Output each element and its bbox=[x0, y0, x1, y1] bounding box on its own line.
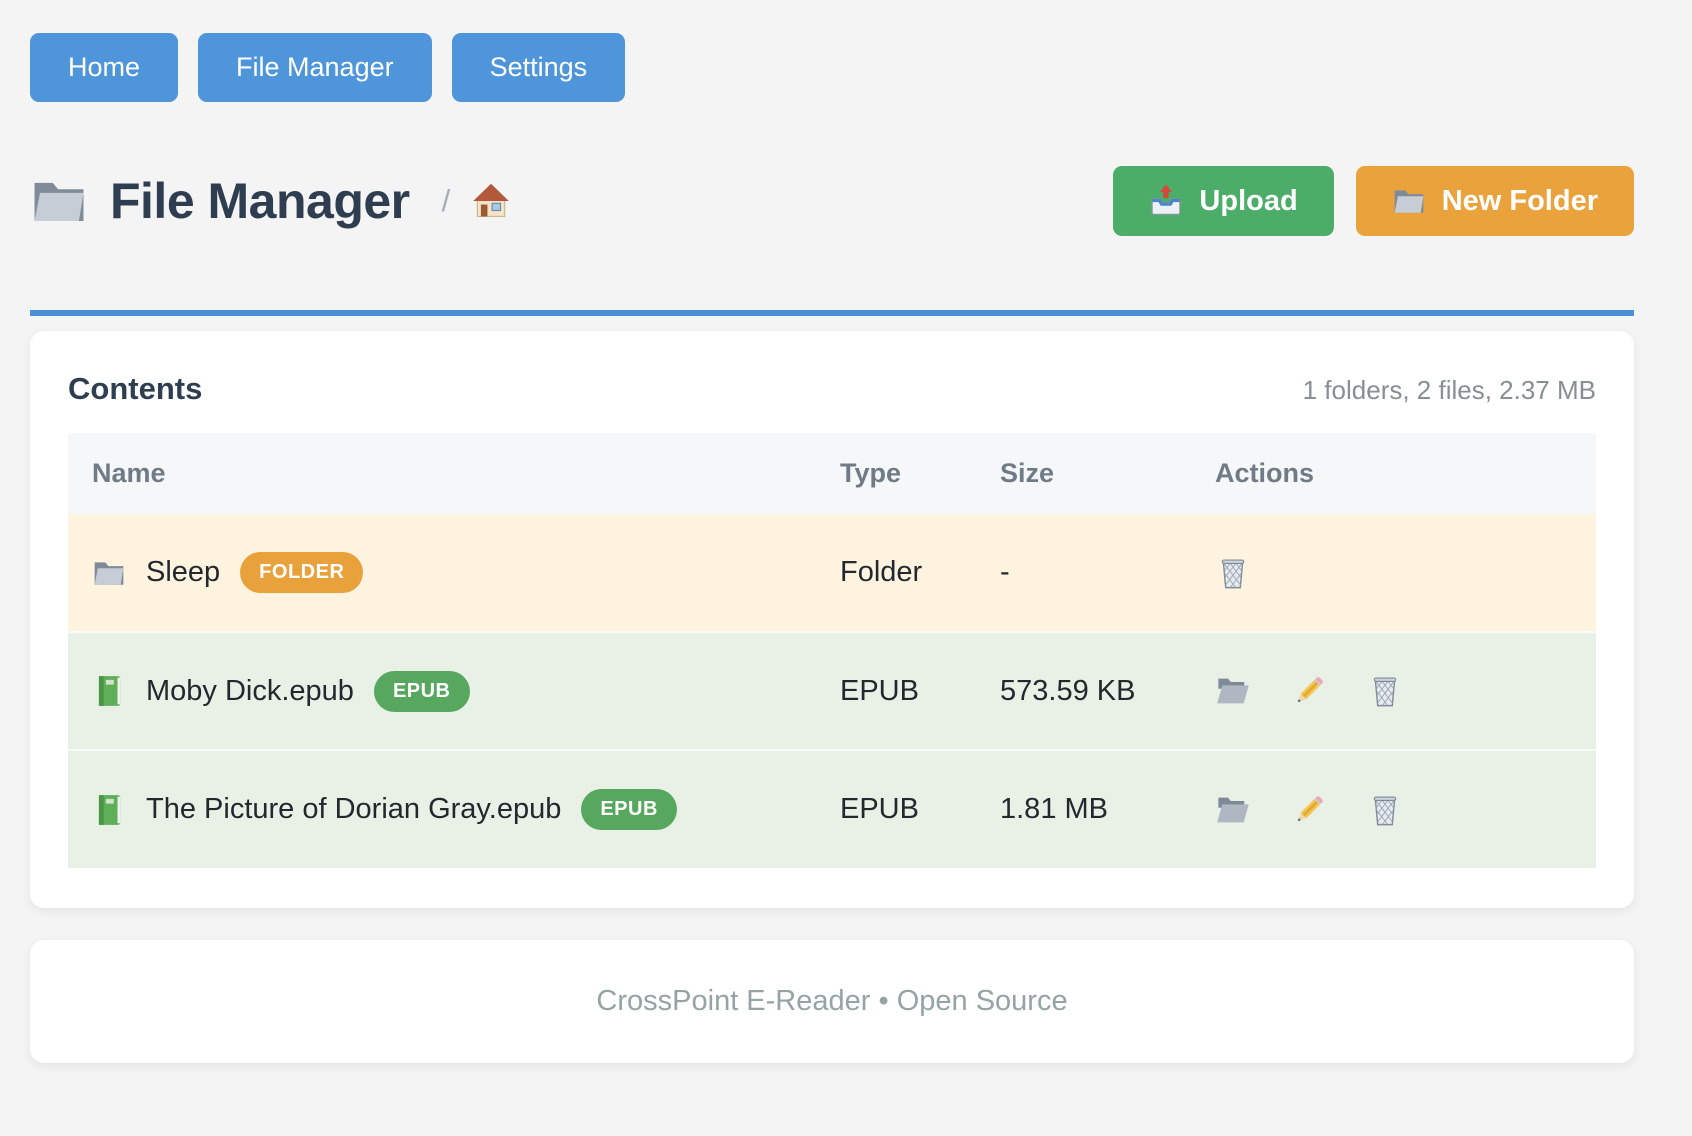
header-actions: Upload New Folder bbox=[1113, 166, 1634, 236]
nav-home-button[interactable]: Home bbox=[30, 33, 178, 102]
new-folder-icon bbox=[1392, 184, 1426, 218]
contents-title: Contents bbox=[68, 371, 202, 407]
breadcrumb-home-link[interactable] bbox=[472, 182, 510, 220]
open-folder-icon bbox=[1215, 792, 1251, 828]
nav-settings-button[interactable]: Settings bbox=[452, 33, 626, 102]
open-folder-icon bbox=[1215, 673, 1251, 709]
title-divider bbox=[30, 310, 1634, 316]
file-name: The Picture of Dorian Gray.epub bbox=[146, 793, 561, 826]
page: Home File Manager Settings File Manager … bbox=[0, 0, 1692, 1063]
green-book-icon bbox=[92, 674, 126, 708]
new-folder-button[interactable]: New Folder bbox=[1356, 166, 1634, 236]
rename-button[interactable] bbox=[1291, 792, 1327, 828]
move-button[interactable] bbox=[1215, 673, 1251, 709]
new-folder-button-label: New Folder bbox=[1442, 185, 1598, 218]
actions-cell bbox=[1215, 792, 1572, 828]
delete-button[interactable] bbox=[1367, 673, 1403, 709]
nav-file-manager-button[interactable]: File Manager bbox=[198, 33, 432, 102]
size-cell: - bbox=[976, 514, 1191, 632]
size-cell: 1.81 MB bbox=[976, 750, 1191, 868]
column-header-size: Size bbox=[976, 433, 1191, 514]
column-header-actions: Actions bbox=[1191, 433, 1596, 514]
contents-card-header: Contents 1 folders, 2 files, 2.37 MB bbox=[68, 371, 1596, 407]
home-icon bbox=[472, 182, 510, 220]
folder-badge: FOLDER bbox=[240, 552, 363, 593]
trash-icon bbox=[1215, 555, 1251, 591]
upload-tray-icon bbox=[1149, 184, 1183, 218]
column-header-type: Type bbox=[816, 433, 976, 514]
table-row-moby-dick: Moby Dick.epub EPUB EPUB 573.59 KB bbox=[68, 632, 1596, 750]
breadcrumb-separator: / bbox=[442, 183, 451, 219]
footer: CrossPoint E-Reader • Open Source bbox=[30, 940, 1634, 1063]
actions-cell bbox=[1215, 673, 1572, 709]
epub-badge: EPUB bbox=[374, 671, 470, 712]
pencil-icon bbox=[1291, 673, 1327, 709]
name-cell: Sleep FOLDER bbox=[92, 552, 792, 593]
top-nav: Home File Manager Settings bbox=[30, 33, 1634, 102]
delete-button[interactable] bbox=[1367, 792, 1403, 828]
column-header-name: Name bbox=[68, 433, 816, 514]
folder-name-link[interactable]: Sleep bbox=[146, 556, 220, 589]
epub-badge: EPUB bbox=[581, 789, 677, 830]
trash-icon bbox=[1367, 673, 1403, 709]
rename-button[interactable] bbox=[1291, 673, 1327, 709]
type-cell: EPUB bbox=[816, 750, 976, 868]
trash-icon bbox=[1367, 792, 1403, 828]
contents-card: Contents 1 folders, 2 files, 2.37 MB Nam… bbox=[30, 331, 1634, 908]
size-cell: 573.59 KB bbox=[976, 632, 1191, 750]
footer-text: CrossPoint E-Reader • Open Source bbox=[30, 985, 1634, 1018]
folder-icon bbox=[30, 172, 88, 230]
actions-cell bbox=[1215, 555, 1572, 591]
delete-button[interactable] bbox=[1215, 555, 1251, 591]
table-row-sleep: Sleep FOLDER Folder - bbox=[68, 514, 1596, 632]
upload-button[interactable]: Upload bbox=[1113, 166, 1333, 236]
page-title: File Manager bbox=[110, 172, 410, 230]
type-cell: Folder bbox=[816, 514, 976, 632]
title-wrap: File Manager / bbox=[30, 172, 510, 230]
contents-summary: 1 folders, 2 files, 2.37 MB bbox=[1303, 375, 1596, 406]
pencil-icon bbox=[1291, 792, 1327, 828]
type-cell: EPUB bbox=[816, 632, 976, 750]
table-row-dorian-gray: The Picture of Dorian Gray.epub EPUB EPU… bbox=[68, 750, 1596, 868]
green-book-icon bbox=[92, 793, 126, 827]
name-cell: Moby Dick.epub EPUB bbox=[92, 671, 792, 712]
table-header-row: Name Type Size Actions bbox=[68, 433, 1596, 514]
page-header: File Manager / Upload New Folder bbox=[30, 166, 1634, 236]
file-name: Moby Dick.epub bbox=[146, 675, 354, 708]
folder-icon bbox=[92, 556, 126, 590]
name-cell: The Picture of Dorian Gray.epub EPUB bbox=[92, 789, 792, 830]
file-table: Name Type Size Actions Sleep FOLDER F bbox=[68, 433, 1596, 868]
move-button[interactable] bbox=[1215, 792, 1251, 828]
upload-button-label: Upload bbox=[1199, 185, 1297, 218]
